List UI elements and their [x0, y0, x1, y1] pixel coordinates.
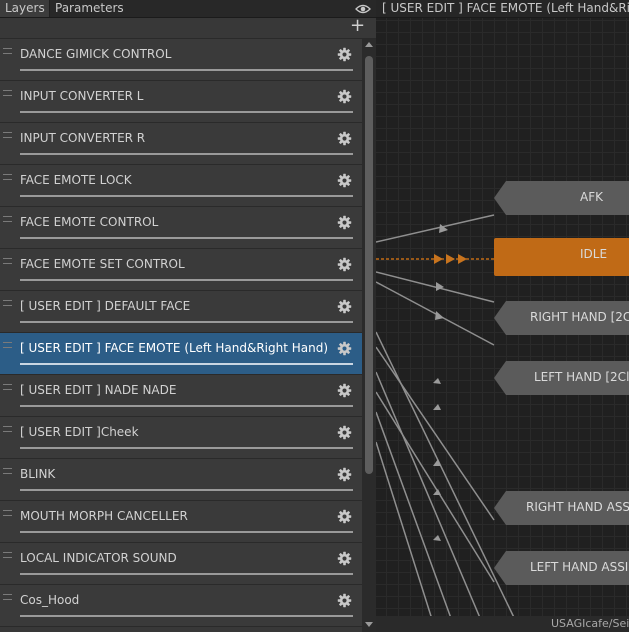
state-node-right-hand[interactable]: RIGHT HAND [2Cl [494, 301, 629, 335]
drag-handle-icon[interactable] [3, 300, 12, 306]
state-label: LEFT HAND ASSIG [530, 560, 629, 574]
state-node-left-hand[interactable]: LEFT HAND [2Cli [494, 361, 629, 395]
drag-handle-icon[interactable] [3, 342, 12, 348]
layer-weight-slider[interactable] [20, 489, 353, 491]
layer-name: DANCE GIMICK CONTROL [20, 47, 172, 61]
layer-name: FACE EMOTE CONTROL [20, 215, 159, 229]
drag-handle-icon[interactable] [3, 90, 12, 96]
drag-handle-icon[interactable] [3, 174, 12, 180]
layer-name: MOUTH MORPH CANCELLER [20, 509, 188, 523]
layer-weight-slider[interactable] [20, 237, 353, 239]
drag-handle-icon[interactable] [3, 594, 12, 600]
layer-weight-slider[interactable] [20, 111, 353, 113]
layer-weight-slider[interactable] [20, 615, 353, 617]
layer-row[interactable]: MOUTH MORPH CANCELLER [0, 501, 362, 543]
layer-row[interactable]: FACE EMOTE SET CONTROL [0, 249, 362, 291]
drag-handle-icon[interactable] [3, 48, 12, 54]
state-node-left-hand-assign[interactable]: LEFT HAND ASSIG [494, 551, 629, 585]
add-layer-button[interactable]: + [350, 16, 365, 36]
tab-layers[interactable]: Layers [0, 0, 50, 17]
state-label: RIGHT HAND [2Cl [530, 310, 629, 324]
gear-icon[interactable] [337, 47, 352, 62]
layer-row[interactable]: Cos_Hood [0, 585, 362, 627]
drag-handle-icon[interactable] [3, 510, 12, 516]
gear-icon[interactable] [337, 257, 352, 272]
layer-list: DANCE GIMICK CONTROL INPUT CONVERTER L INP… [0, 39, 362, 632]
state-label: RIGHT HAND ASSI [526, 500, 629, 514]
layer-name: INPUT CONVERTER L [20, 89, 144, 103]
layers-panel: Layers Parameters + DANCE GIMICK CONTROL… [0, 0, 376, 632]
graph-footer: USAGIcafe/Seira [376, 616, 629, 632]
layer-list-scrollbar[interactable] [362, 39, 376, 632]
drag-handle-icon[interactable] [3, 258, 12, 264]
tab-parameters[interactable]: Parameters [50, 0, 126, 17]
gear-icon[interactable] [337, 215, 352, 230]
layer-weight-slider[interactable] [20, 447, 353, 449]
drag-handle-icon[interactable] [3, 132, 12, 138]
layer-weight-slider[interactable] [20, 321, 353, 323]
layer-name: BLINK [20, 467, 56, 481]
drag-handle-icon[interactable] [3, 468, 12, 474]
layer-weight-slider[interactable] [20, 405, 353, 407]
state-label: IDLE [580, 247, 608, 261]
layer-weight-slider[interactable] [20, 69, 353, 71]
layer-weight-slider[interactable] [20, 195, 353, 197]
scroll-up-arrow-icon[interactable] [365, 42, 373, 47]
layer-row[interactable]: [ USER EDIT ]Cheek [0, 417, 362, 459]
gear-icon[interactable] [337, 551, 352, 566]
layer-name: LOCAL INDICATOR SOUND [20, 551, 177, 565]
drag-handle-icon[interactable] [3, 384, 12, 390]
gear-icon[interactable] [337, 89, 352, 104]
layer-row[interactable]: FACE EMOTE CONTROL [0, 207, 362, 249]
state-node-idle-default[interactable]: IDLE [494, 238, 629, 276]
layer-weight-slider[interactable] [20, 279, 353, 281]
layer-weight-slider[interactable] [20, 531, 353, 533]
layer-row[interactable]: DANCE GIMICK CONTROL [0, 39, 362, 81]
gear-icon[interactable] [337, 425, 352, 440]
tab-bar: Layers Parameters [0, 0, 376, 18]
layer-row[interactable]: [ USER EDIT ] NADE NADE [0, 375, 362, 417]
graph-breadcrumb[interactable]: [ USER EDIT ] FACE EMOTE (Left Hand&Righ [382, 1, 629, 15]
graph-breadcrumb-bar: [ USER EDIT ] FACE EMOTE (Left Hand&Righ [376, 0, 629, 18]
gear-icon[interactable] [337, 509, 352, 524]
gear-icon[interactable] [337, 467, 352, 482]
layer-row[interactable]: LOCAL INDICATOR SOUND [0, 543, 362, 585]
drag-handle-icon[interactable] [3, 426, 12, 432]
animator-graph-canvas[interactable]: AFK IDLE RIGHT HAND [2Cl LEFT HAND [2Cli… [376, 0, 629, 632]
layer-name: [ USER EDIT ] DEFAULT FACE [20, 299, 191, 313]
gear-icon[interactable] [337, 173, 352, 188]
layer-row[interactable]: INPUT CONVERTER L [0, 81, 362, 123]
layer-name: FACE EMOTE LOCK [20, 173, 132, 187]
state-node-afk[interactable]: AFK [494, 181, 629, 215]
layer-weight-slider[interactable] [20, 153, 353, 155]
gear-icon[interactable] [337, 341, 352, 356]
layer-row[interactable]: INPUT CONVERTER R [0, 123, 362, 165]
gear-icon[interactable] [337, 383, 352, 398]
gear-icon[interactable] [337, 593, 352, 608]
layer-name: [ USER EDIT ] FACE EMOTE (Left Hand&Righ… [20, 341, 329, 355]
gear-icon[interactable] [337, 131, 352, 146]
layer-row[interactable]: [ USER EDIT ] FACE EMOTE (Left Hand&Righ… [0, 333, 362, 375]
layer-row[interactable]: [ USER EDIT ] DEFAULT FACE [0, 291, 362, 333]
scrollbar-thumb[interactable] [365, 56, 373, 474]
layer-weight-slider[interactable] [20, 363, 353, 365]
drag-handle-icon[interactable] [3, 216, 12, 222]
asset-path-label: USAGIcafe/Seira [551, 617, 629, 630]
state-node-right-hand-assign[interactable]: RIGHT HAND ASSI [494, 491, 629, 525]
scroll-down-arrow-icon[interactable] [365, 622, 373, 627]
layer-name: [ USER EDIT ] NADE NADE [20, 383, 177, 397]
layer-name: FACE EMOTE SET CONTROL [20, 257, 185, 271]
state-label: AFK [580, 190, 603, 204]
gear-icon[interactable] [337, 299, 352, 314]
layer-row[interactable]: FACE EMOTE LOCK [0, 165, 362, 207]
layer-name: Cos_Hood [20, 593, 80, 607]
layer-row[interactable]: BLINK [0, 459, 362, 501]
layers-toolbar: + [0, 16, 376, 39]
state-label: LEFT HAND [2Cli [534, 370, 629, 384]
layer-name: [ USER EDIT ]Cheek [20, 425, 139, 439]
layer-weight-slider[interactable] [20, 573, 353, 575]
drag-handle-icon[interactable] [3, 552, 12, 558]
layer-name: INPUT CONVERTER R [20, 131, 146, 145]
